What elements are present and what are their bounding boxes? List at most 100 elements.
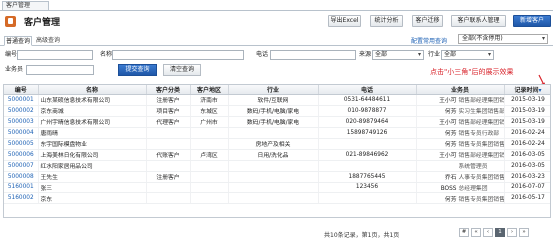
salesman-role: 人事专员集团销售部: [458, 175, 504, 182]
name-label: 名称: [100, 51, 113, 58]
cell-record-time: 2016-03-05: [504, 160, 550, 172]
cell-phone: 020-89879464: [318, 116, 417, 128]
cell-category: 注册客户: [146, 171, 191, 183]
table-row[interactable]: 5000007 红水阳家居用品公司 系统管理员 2016-03-05: [4, 160, 550, 172]
page-1-button[interactable]: 1: [495, 228, 505, 237]
code-label: 编号: [5, 51, 18, 58]
cell-category: [146, 182, 191, 194]
cell-code[interactable]: 5000007: [4, 160, 39, 172]
cell-code[interactable]: 5000008: [4, 171, 39, 183]
cell-phone: 15898749126: [318, 127, 417, 139]
cell-phone: 123456: [318, 182, 417, 194]
contact-manage-button[interactable]: 客户联系人管理: [451, 15, 506, 27]
cell-category: [146, 160, 191, 172]
salesman-name: 何芳: [444, 196, 457, 203]
table-row[interactable]: 5000008王先生注册客户1887765445乔石人事专员集团销售部2016-…: [4, 171, 550, 183]
cell-record-time: 2015-03-19: [504, 116, 550, 128]
window-tab[interactable]: 客户管理: [2, 1, 49, 10]
cell-industry: 数码/手机/电脑/家电: [228, 105, 319, 117]
table-row[interactable]: 5000006 上海美林日化有限公司 代账客户 卢湾区 日用/洗化品 021-898469…: [4, 149, 550, 161]
cell-salesman: 何芳 销售专员行政部: [416, 127, 505, 139]
cell-region: 广州市: [190, 116, 229, 128]
cell-category: [146, 192, 191, 205]
customer-migrate-button[interactable]: 客户迁移: [412, 15, 443, 27]
col-header-code[interactable]: 编号: [4, 85, 39, 95]
cell-name: 红水阳家居用品公司: [38, 160, 147, 172]
salesman-name: 何芳: [444, 142, 457, 149]
cell-name: 唐雨晴: [38, 127, 147, 139]
col-header-name[interactable]: 名称: [38, 85, 147, 95]
statistics-button[interactable]: 统计分析: [370, 15, 403, 27]
clear-query-button[interactable]: 清空查询: [163, 64, 201, 76]
col-header-industry[interactable]: 行业: [228, 85, 319, 95]
cell-record-time: 2016-03-05: [504, 149, 550, 161]
next-page-button[interactable]: ›: [507, 228, 517, 237]
pagination-summary: 共10条记录，第1页，共1页: [324, 232, 400, 239]
col-header-record-time[interactable]: 记录时间▾: [504, 85, 550, 95]
code-input[interactable]: [17, 50, 93, 60]
name-input[interactable]: [112, 50, 244, 60]
cell-code[interactable]: 5000003: [4, 116, 39, 128]
cell-name: 东宇国际模盘物业: [38, 138, 147, 150]
table-row[interactable]: 5000005东宇国际模盘物业 房地产及相关 何芳销售专员集团销售部2016-02-…: [4, 138, 550, 150]
cell-record-time: 2016-02-24: [504, 138, 550, 150]
salesman-label: 业务员: [5, 66, 24, 73]
salesman-name: 王小可: [439, 98, 457, 105]
divider: [0, 10, 553, 11]
cell-code[interactable]: 5000001: [4, 94, 39, 106]
table-row[interactable]: 5000001 山东某硕信息技术有限公司 注册客户 济南市 软件/互联网 0531-644…: [4, 94, 550, 106]
annotation-text: 点击"小三角"后的展示效果: [430, 68, 514, 76]
salesman-name: 王小可: [439, 153, 457, 160]
cell-code[interactable]: 5000004: [4, 127, 39, 139]
config-query-link[interactable]: 配置常用查询: [411, 36, 447, 45]
cell-record-time: 2016-07-07: [504, 182, 550, 194]
cell-salesman: BOSS 总经理集团: [416, 182, 505, 194]
sort-triangle-icon[interactable]: ▾: [539, 87, 542, 94]
cell-industry: 房地产及相关: [228, 138, 319, 150]
last-page-button[interactable]: »: [519, 228, 529, 237]
col-header-phone[interactable]: 电话: [318, 85, 417, 95]
tab-basic-search[interactable]: 普通查询: [4, 36, 32, 46]
status-filter-select[interactable]: 全部(不含停用): [458, 34, 548, 44]
col-header-category[interactable]: 客户分类: [146, 85, 191, 95]
cell-record-time: 2016-05-17: [504, 192, 550, 205]
first-page-button[interactable]: «: [471, 228, 481, 237]
table-row[interactable]: 5000002 京东商城 项目客户 东城区 数码/手机/电脑/家电 010-9878877…: [4, 105, 550, 117]
tab-advanced-search[interactable]: 高级查询: [36, 36, 60, 46]
cell-salesman: 王小可销售部经理集团销售部: [416, 94, 505, 106]
cell-industry: 日用/洗化品: [228, 149, 319, 161]
phone-input[interactable]: [270, 50, 356, 60]
salesman-name: 何芳: [444, 109, 457, 116]
salesman-role: 销售专员集团销售部: [458, 196, 504, 203]
salesman-name: 王小可: [439, 120, 457, 127]
table-row[interactable]: 5160001 张三 123456 BOSS 总经理集团 2016-07-07: [4, 182, 550, 194]
page-menu-button[interactable]: #: [459, 228, 469, 237]
export-excel-button[interactable]: 导出Excel: [328, 15, 361, 27]
customer-icon: [5, 16, 16, 27]
salesman-input[interactable]: [26, 65, 94, 75]
cell-phone: 1887765445: [318, 171, 417, 183]
source-select[interactable]: 全部: [372, 50, 424, 60]
table-row[interactable]: 5000003 广州宇晴信息技术有限公司 代理客户 广州市 数码/手机/电脑/家电 020…: [4, 116, 550, 128]
cell-category: 代理客户: [146, 116, 191, 128]
cell-code[interactable]: 5160002: [4, 192, 39, 205]
cell-record-time: 2016-03-23: [504, 171, 550, 183]
table-row[interactable]: 5000004 唐雨晴 15898749126 何芳 销售专员行政部 2016-02-24: [4, 127, 550, 139]
cell-name: 京东: [38, 192, 147, 205]
cell-salesman: 王小可销售部经理集团销售部: [416, 149, 505, 161]
cell-code[interactable]: 5000002: [4, 105, 39, 117]
col-header-region[interactable]: 客户地区: [190, 85, 229, 95]
cell-code[interactable]: 5000005: [4, 138, 39, 150]
table-row[interactable]: 5160002京东 何芳销售专员集团销售部2016-05-17: [4, 192, 550, 205]
cell-industry: [228, 182, 319, 194]
prev-page-button[interactable]: ‹: [483, 228, 493, 237]
cell-region: 东城区: [190, 105, 229, 117]
industry-select[interactable]: 全部: [441, 50, 494, 60]
add-customer-button[interactable]: 新增客户: [513, 15, 551, 27]
cell-phone: 0531-64484611: [318, 94, 417, 106]
submit-query-button[interactable]: 提交查询: [118, 64, 157, 76]
industry-select-value: 全部: [444, 51, 457, 58]
col-header-salesman[interactable]: 业务员: [416, 85, 505, 95]
cell-code[interactable]: 5000006: [4, 149, 39, 161]
cell-code[interactable]: 5160001: [4, 182, 39, 194]
